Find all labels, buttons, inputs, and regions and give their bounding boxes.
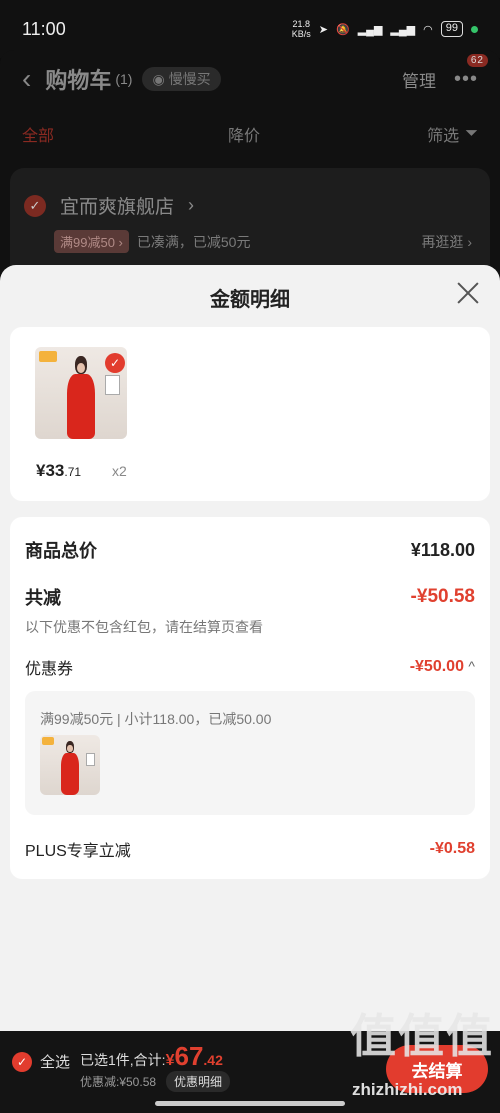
goods-total-value: ¥118.00 (410, 539, 475, 560)
location-icon: ➤ (318, 23, 328, 36)
net-speed: 21.8 KB/s (291, 19, 311, 39)
status-icons: 21.8 KB/s ➤ 🔕 ▂▄▆ ▂▄▆ ◠ 99 (292, 19, 478, 39)
coupon-detail-box: 满99减50元 | 小计118.00，已减50.00 (25, 691, 475, 815)
status-time: 11:00 (22, 18, 66, 39)
plus-discount-value: -¥0.58 (429, 840, 475, 857)
funnel-icon: ⏷ (465, 125, 478, 142)
browse-more-link[interactable]: 再逛逛 › (421, 232, 472, 252)
amount-detail-card: 商品总价 ¥118.00 共减 -¥50.58 以下优惠不包含红包，请在结算页查… (10, 517, 490, 879)
total-line: 已选1件,合计: ¥ 67 .42 (80, 1041, 223, 1072)
product-check-icon: ✓ (105, 353, 125, 373)
wifi-icon: ◠ (423, 23, 433, 36)
message-badge: 62 (466, 53, 488, 67)
tab-price-drop[interactable]: 降价 (228, 122, 260, 146)
product-image[interactable]: ✓ (35, 347, 127, 439)
cart-tabs: 全部 降价 筛选 ⏷ (0, 112, 500, 156)
coupon-detail-text: 满99减50元 | 小计118.00，已减50.00 (40, 711, 272, 727)
price-detail-sheet: 金额明细 ✓ ¥33.71 x2 商品总价 ¥118.00 共减 -¥50.58… (0, 265, 500, 1031)
brand-logo (38, 350, 58, 362)
page-title: 购物车 (45, 68, 112, 93)
signal-icon-2: ▂▄▆ (390, 23, 416, 36)
plus-discount-label: PLUS专享立减 (25, 843, 131, 860)
coupon-value: -¥50.00 ^ (409, 658, 475, 675)
store-check-icon[interactable]: ✓ (24, 194, 46, 217)
tab-all[interactable]: 全部 (22, 122, 54, 146)
product-card: ✓ ¥33.71 x2 (10, 327, 490, 501)
coupon-row[interactable]: 优惠券 -¥50.00 ^ (25, 655, 475, 679)
cart-header: ‹ 购物车 (1) ◉ 慢慢买 管理 ••• 62 (0, 53, 500, 103)
slow-buy-button[interactable]: ◉ 慢慢买 (142, 67, 221, 91)
promo-tag[interactable]: 满99减50 › (54, 230, 129, 253)
privacy-dot (471, 25, 478, 33)
store-name[interactable]: 宜而爽旗舰店 (60, 192, 174, 219)
discount-label: 共减 (25, 588, 61, 608)
total-currency: ¥ (165, 1052, 175, 1069)
saved-line: 优惠减:¥50.58 优惠明细 (80, 1071, 231, 1092)
discount-value: -¥50.58 (410, 586, 475, 607)
promo-status: 已凑满，已减50元 (136, 233, 251, 250)
coupon-product-image[interactable] (40, 735, 100, 795)
more-dots-icon: ••• (453, 67, 478, 90)
saved-amount: 优惠减:¥50.58 (80, 1075, 157, 1089)
total-integer: 67 (174, 1041, 204, 1071)
total-decimal: .42 (203, 1052, 223, 1068)
eye-icon: ◉ (152, 70, 165, 87)
goods-total-row: 商品总价 ¥118.00 (25, 537, 475, 563)
product-price: ¥33.71 (36, 461, 82, 480)
select-all[interactable]: ✓ 全选 (12, 1051, 70, 1072)
close-icon[interactable] (456, 281, 480, 305)
more-menu-button[interactable]: ••• 62 (453, 53, 488, 91)
product-quantity: x2 (112, 463, 127, 479)
goods-total-label: 商品总价 (25, 541, 97, 561)
coupon-label: 优惠券 (25, 661, 74, 678)
checkout-button[interactable]: 去结算 (386, 1045, 488, 1093)
home-indicator[interactable] (155, 1101, 345, 1106)
product-sticker (104, 374, 120, 395)
battery-icon: 99 (440, 21, 463, 37)
sheet-title: 金额明细 (210, 289, 290, 311)
cart-count: (1) (115, 71, 133, 87)
mute-icon: 🔕 (336, 23, 350, 36)
selected-text: 已选1件,合计: (80, 1052, 166, 1068)
discount-row: 共减 -¥50.58 (25, 584, 475, 610)
select-all-check-icon[interactable]: ✓ (12, 1051, 32, 1072)
tab-filter[interactable]: 筛选 ⏷ (427, 122, 478, 146)
manage-button[interactable]: 管理 (402, 67, 436, 92)
back-icon[interactable]: ‹ (22, 63, 31, 95)
discount-note: 以下优惠不包含红包，请在结算页查看 (25, 619, 263, 635)
chevron-up-icon: ^ (468, 658, 475, 674)
discount-detail-button[interactable]: 优惠明细 (166, 1071, 231, 1092)
signal-icon: ▂▄▆ (357, 23, 383, 36)
promo-row: 满99减50 › 已凑满，已减50元 (54, 230, 250, 253)
plus-discount-row: PLUS专享立减 -¥0.58 (25, 837, 475, 861)
chevron-right-icon: › (188, 195, 195, 215)
store-row[interactable]: ✓ 宜而爽旗舰店 › (24, 192, 194, 219)
